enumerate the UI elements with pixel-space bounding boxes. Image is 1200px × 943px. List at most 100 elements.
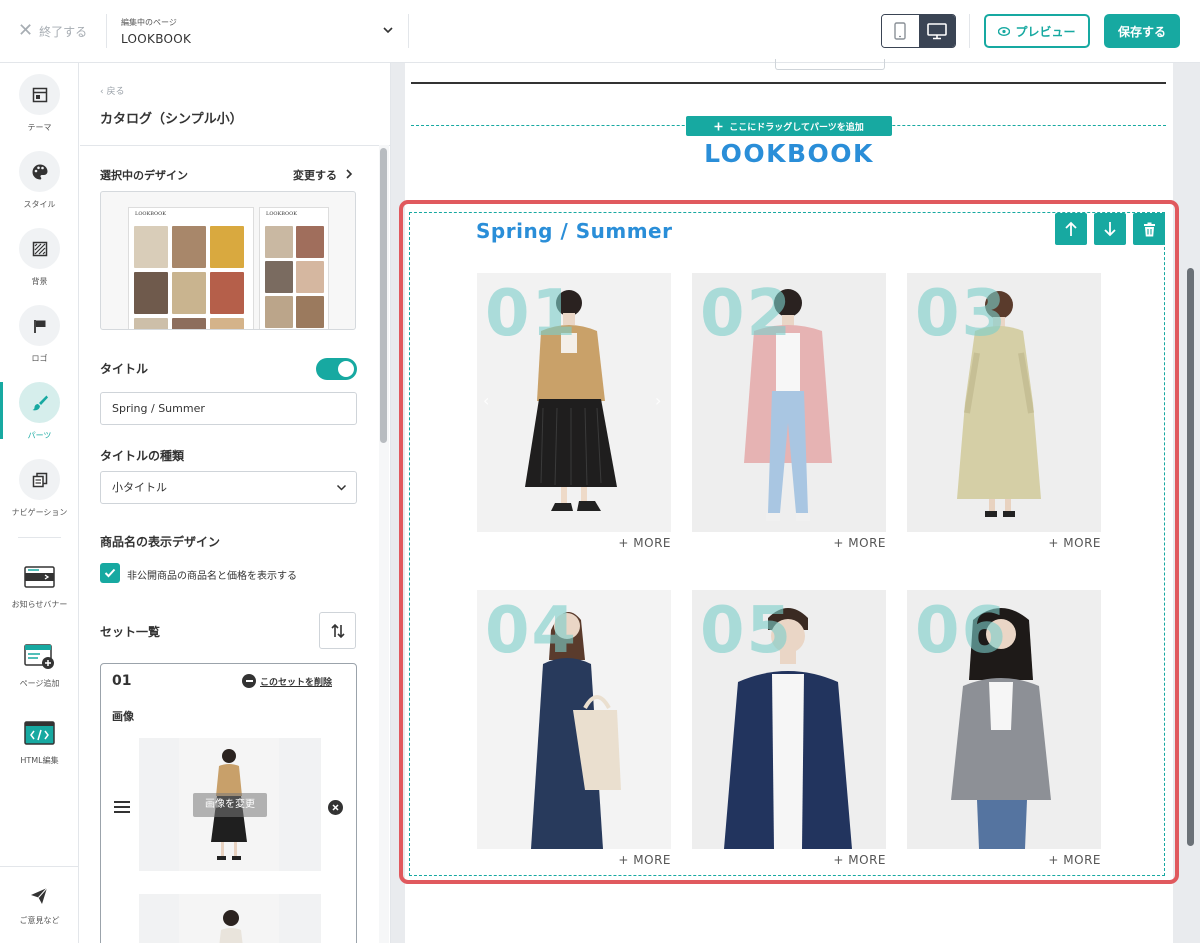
page-heading: LOOKBOOK (704, 139, 874, 168)
more-link[interactable]: + MORE (692, 536, 886, 550)
catalog-item[interactable]: 01 ‹ › (477, 273, 671, 532)
thumbnail-title: LOOKBOOK (135, 211, 166, 217)
theme-icon-wrap (19, 74, 60, 115)
rail-label: ページ追加 (19, 679, 60, 688)
rail-item-html-edit[interactable]: HTML編集 (0, 721, 79, 781)
catalog-item[interactable]: 05 (692, 590, 886, 849)
delete-set-label: このセットを削除 (260, 677, 333, 688)
divider (408, 14, 409, 48)
rail-item-notice-banner[interactable]: お知らせバナー (0, 565, 79, 625)
item-number: 06 (915, 594, 1009, 668)
rail-item-navigation[interactable]: ナビゲーション (0, 459, 79, 533)
change-image-overlay[interactable]: 画像を変更 (193, 793, 267, 817)
rail-item-parts[interactable]: パーツ (0, 382, 79, 456)
image-label: 画像 (112, 710, 134, 723)
feedback-label: ご意見など (19, 916, 60, 925)
trash-icon (1143, 222, 1155, 236)
catalog-item[interactable]: 06 (907, 590, 1101, 849)
save-button[interactable]: 保存する (1104, 14, 1180, 48)
divider (411, 82, 1166, 84)
more-link[interactable]: + MORE (907, 853, 1101, 867)
chevron-down-icon (383, 27, 393, 34)
device-toggle (881, 14, 956, 48)
show-private-checkbox[interactable] (100, 563, 120, 583)
rail-label: ロゴ (31, 354, 48, 363)
chevron-right-icon (346, 169, 352, 179)
page-selector[interactable]: 編集中のページ LOOKBOOK (108, 13, 404, 51)
close-label: 終了する (39, 24, 88, 39)
more-link[interactable]: + MORE (907, 536, 1101, 550)
desktop-view-button[interactable] (918, 15, 955, 47)
back-link[interactable]: ‹ 戻る (100, 84, 124, 97)
rail-label: ナビゲーション (11, 508, 68, 517)
mobile-view-button[interactable] (882, 15, 919, 47)
theme-icon (32, 87, 47, 102)
arrow-up-icon (1065, 221, 1077, 236)
design-thumbnail[interactable]: LOOKBOOK LOOKBOOK (100, 191, 356, 330)
drag-handle-icon[interactable] (114, 800, 130, 814)
checkbox-label: 非公開商品の商品名と価格を表示する (127, 571, 297, 582)
add-parts-dropzone[interactable]: ここにドラッグしてパーツを追加 (686, 116, 892, 136)
thumbnail-grid (265, 226, 324, 328)
catalog-item[interactable]: 04 (477, 590, 671, 849)
carousel-next-icon[interactable]: › (655, 391, 661, 410)
thumbnail-mobile: LOOKBOOK (259, 207, 329, 329)
preview-canvas: ここにドラッグしてパーツを追加 LOOKBOOK Spring / Summer (391, 59, 1200, 943)
settings-panel: ‹ 戻る カタログ（シンプル小） 選択中のデザイン 変更する LOOKBOOK … (80, 63, 391, 943)
divider (80, 145, 390, 146)
more-link[interactable]: + MORE (477, 853, 671, 867)
change-design-label: 変更する (293, 169, 337, 182)
chevron-down-icon (336, 484, 347, 491)
more-link[interactable]: + MORE (692, 853, 886, 867)
rail-label: HTML編集 (20, 756, 59, 765)
delete-part-button[interactable] (1133, 213, 1165, 245)
delete-set-button[interactable]: このセットを削除 (242, 673, 332, 689)
more-link[interactable]: + MORE (477, 536, 671, 550)
title-input[interactable]: Spring / Summer (100, 392, 357, 425)
rail-item-style[interactable]: スタイル (0, 151, 79, 225)
preview-button[interactable]: プレビュー (984, 14, 1090, 48)
item-number: 05 (700, 594, 794, 668)
move-up-button[interactable] (1055, 213, 1087, 245)
carousel-prev-icon[interactable]: ‹ (483, 391, 489, 410)
move-down-button[interactable] (1094, 213, 1126, 245)
palette-icon (32, 164, 47, 179)
feedback-button[interactable]: ご意見など (0, 866, 79, 943)
background-pattern-icon (32, 241, 47, 256)
add-page-icon (24, 644, 54, 669)
selected-design-label: 選択中のデザイン (100, 169, 188, 182)
paper-plane-icon (31, 887, 48, 904)
set-card: 01 このセットを削除 画像 画像を変更 (100, 663, 357, 943)
rail-item-theme[interactable]: テーマ (0, 74, 79, 148)
rail-item-add-page[interactable]: ページ追加 (0, 644, 79, 704)
sort-button[interactable] (319, 612, 356, 649)
eye-icon (998, 26, 1011, 36)
background-icon-wrap (19, 228, 60, 269)
preview-label: プレビュー (1015, 24, 1076, 39)
panel-scrollbar[interactable] (380, 148, 387, 443)
close-button[interactable]: ✕ 終了する (18, 20, 87, 42)
add-parts-label: ここにドラッグしてパーツを追加 (729, 122, 864, 133)
set-image-2[interactable] (139, 894, 321, 943)
rail-label: スタイル (23, 200, 56, 209)
set-image[interactable]: 画像を変更 (139, 738, 321, 871)
remove-image-button[interactable] (328, 800, 343, 815)
set-list-label: セット一覧 (100, 625, 161, 639)
rail-item-logo[interactable]: ロゴ (0, 305, 79, 379)
divider (969, 14, 970, 48)
monitor-icon (926, 22, 947, 39)
rail-item-background[interactable]: 背景 (0, 228, 79, 302)
change-design-link[interactable]: 変更する (293, 167, 353, 183)
page-preview: ここにドラッグしてパーツを追加 LOOKBOOK Spring / Summer (399, 59, 1179, 943)
catalog-item[interactable]: 03 (907, 273, 1101, 532)
notice-banner-icon (24, 566, 55, 588)
arrow-down-icon (1104, 222, 1116, 237)
icon-rail: テーマ スタイル 背景 ロゴ パーツ ナビゲーション お知らせバナー ページ追加… (0, 63, 79, 943)
title-type-select[interactable]: 小タイトル (100, 471, 357, 504)
canvas-scrollbar[interactable] (1187, 268, 1194, 846)
section-title: Spring / Summer (476, 219, 673, 243)
brush-icon (32, 395, 48, 410)
catalog-item[interactable]: 02 (692, 273, 886, 532)
panel-title: カタログ（シンプル小） (100, 112, 243, 127)
title-toggle[interactable] (316, 358, 357, 380)
